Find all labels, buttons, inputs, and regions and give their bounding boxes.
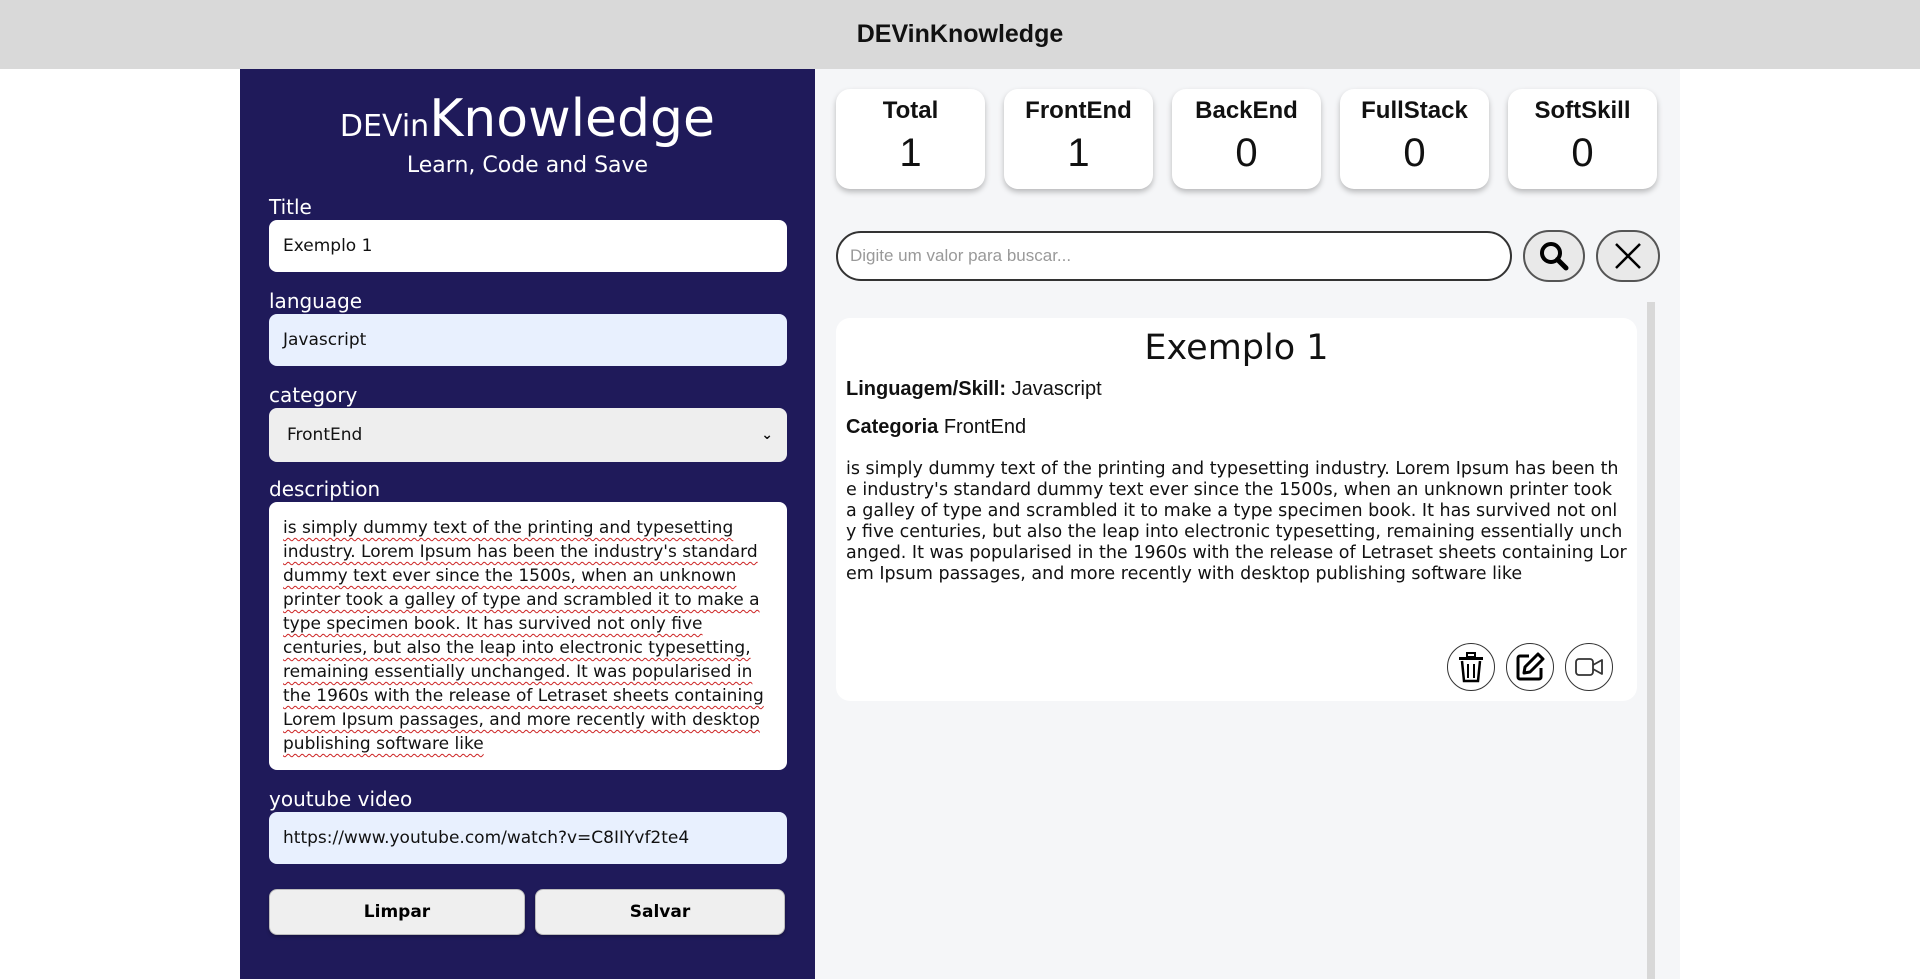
close-icon [1615,243,1641,269]
edit-button[interactable] [1506,643,1554,691]
stat-name: FullStack [1361,97,1468,124]
stat-card-softskill: SoftSkill 0 [1508,89,1657,189]
card-category: Categoria FrontEnd [846,416,1637,439]
stat-value: 1 [1067,131,1090,175]
sidebar: DEVinKnowledge Learn, Code and Save Titl… [240,69,815,979]
stat-name: Total [882,97,939,124]
title-input[interactable]: Exemplo 1 [269,220,787,272]
stat-card-fullstack: FullStack 0 [1340,89,1489,189]
search-input[interactable]: Digite um valor para buscar... [836,231,1512,281]
logo-prefix: DEVin [339,109,430,144]
main-panel: Total 1 FrontEnd 1 BackEnd 0 FullStack 0… [815,69,1680,979]
stat-value: 0 [1571,131,1594,175]
stats-row: Total 1 FrontEnd 1 BackEnd 0 FullStack 0… [836,89,1657,189]
youtube-label: youtube video [269,787,413,811]
logo-name: Knowledge [429,89,716,149]
stat-value: 0 [1403,131,1426,175]
card-category-value: FrontEnd [943,416,1027,438]
category-selected-value: FrontEnd [287,425,363,445]
save-button[interactable]: Salvar [535,889,785,935]
stat-card-backend: BackEnd 0 [1172,89,1321,189]
stat-name: FrontEnd [1025,97,1132,124]
card-actions [1447,643,1613,691]
tagline: Learn, Code and Save [406,153,649,178]
stat-name: SoftSkill [1534,97,1631,124]
card-language-label: Linguagem/Skill: [846,378,1007,400]
chevron-down-icon: ⌄ [761,427,773,443]
logo: DEVinKnowledge [240,89,815,157]
top-bar: DEVinKnowledge [0,0,1920,69]
search-placeholder: Digite um valor para buscar... [850,246,1072,265]
delete-button[interactable] [1447,643,1495,691]
trash-icon [1459,652,1483,683]
search-button[interactable] [1523,230,1585,282]
knowledge-card: Exemplo 1 Linguagem/Skill: Javascript Ca… [836,318,1637,701]
description-label: description [269,477,381,501]
form-buttons: Limpar Salvar [269,889,787,935]
card-category-label: Categoria [846,416,939,438]
edit-icon [1516,652,1545,681]
language-label: language [269,289,363,313]
category-label: category [269,383,358,407]
list-scrollbar[interactable] [1647,302,1655,979]
title-label: Title [269,195,312,219]
app-title: DEVinKnowledge [856,20,1064,48]
search-icon [1540,242,1569,271]
card-title: Exemplo 1 [1144,328,1329,368]
clear-search-button[interactable] [1596,230,1660,282]
card-language-value: Javascript [1011,378,1102,400]
clear-button[interactable]: Limpar [269,889,525,935]
stat-value: 0 [1235,131,1258,175]
video-button[interactable] [1565,643,1613,691]
description-textarea[interactable]: is simply dummy text of the printing and… [269,502,787,770]
knowledge-form: Title Exemplo 1 language Javascript cate… [269,195,787,935]
card-description: is simply dummy text of the printing and… [846,459,1627,584]
stat-card-total: Total 1 [836,89,985,189]
stat-name: BackEnd [1195,97,1298,124]
stat-value: 1 [899,131,922,175]
video-icon [1575,658,1603,676]
brand: DEVinKnowledge Learn, Code and Save [240,69,815,178]
language-input[interactable]: Javascript [269,314,787,366]
category-select[interactable]: FrontEnd ⌄ [269,408,787,462]
card-language: Linguagem/Skill: Javascript [846,378,1637,401]
stat-card-frontend: FrontEnd 1 [1004,89,1153,189]
youtube-input[interactable]: https://www.youtube.com/watch?v=C8IIYvf2… [269,812,787,864]
